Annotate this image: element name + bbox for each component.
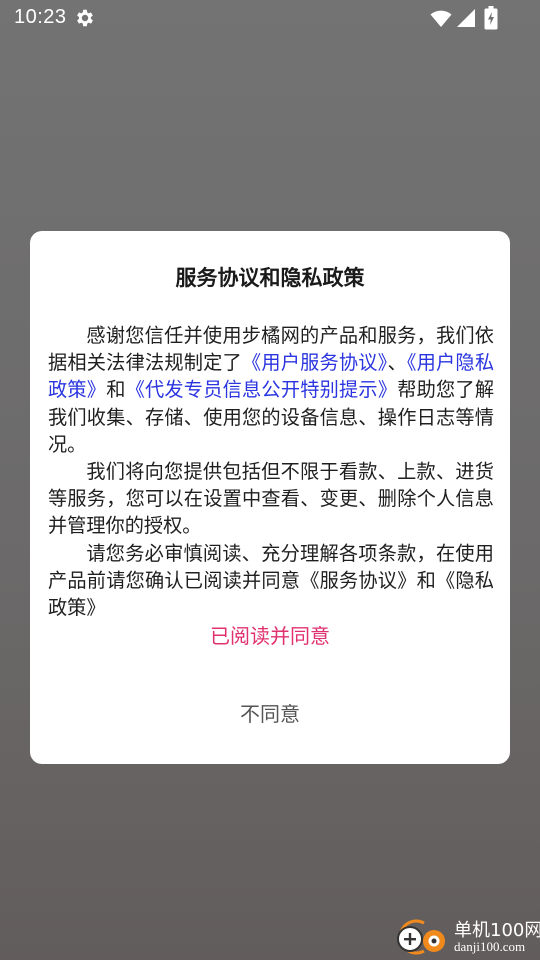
dialog-body: 感谢您信任并使用步橘网的产品和服务，我们依据相关法律法规制定了《用户服务协议》、… [48,322,494,621]
watermark-logo-icon [397,919,445,955]
disagree-button[interactable]: 不同意 [30,694,510,734]
paragraph-services: 我们将向您提供包括但不限于看款、上款、进货等服务，您可以在设置中查看、变更、删除… [48,460,494,538]
gear-icon [77,9,93,27]
status-bar: 10:23 [0,0,540,36]
conjunction-text: 和 [106,378,126,402]
separator-text: 、 [387,351,407,375]
paragraph-intro: 感谢您信任并使用步橘网的产品和服务，我们依据相关法律法规制定了《用户服务协议》、… [48,322,494,458]
link-user-service-agreement[interactable]: 《用户服务协议》 [242,351,388,374]
watermark-url: danji100.com [454,939,526,954]
paragraph-confirm: 请您务必审慎阅读、充分理解各项条款，在使用产品前请您确认已阅读并同意《服务协议》… [48,541,494,620]
watermark: 单机100网 danji100.com [388,915,540,957]
agree-button[interactable]: 已阅读并同意 [30,616,510,656]
signal-icon [457,9,475,27]
battery-charging-icon [484,6,498,30]
dialog-title: 服务协议和隐私政策 [175,266,365,290]
wifi-icon [430,10,452,27]
status-time: 10:23 [14,6,67,28]
link-special-notice[interactable]: 《代发专员信息公开特别提示》 [126,378,398,401]
